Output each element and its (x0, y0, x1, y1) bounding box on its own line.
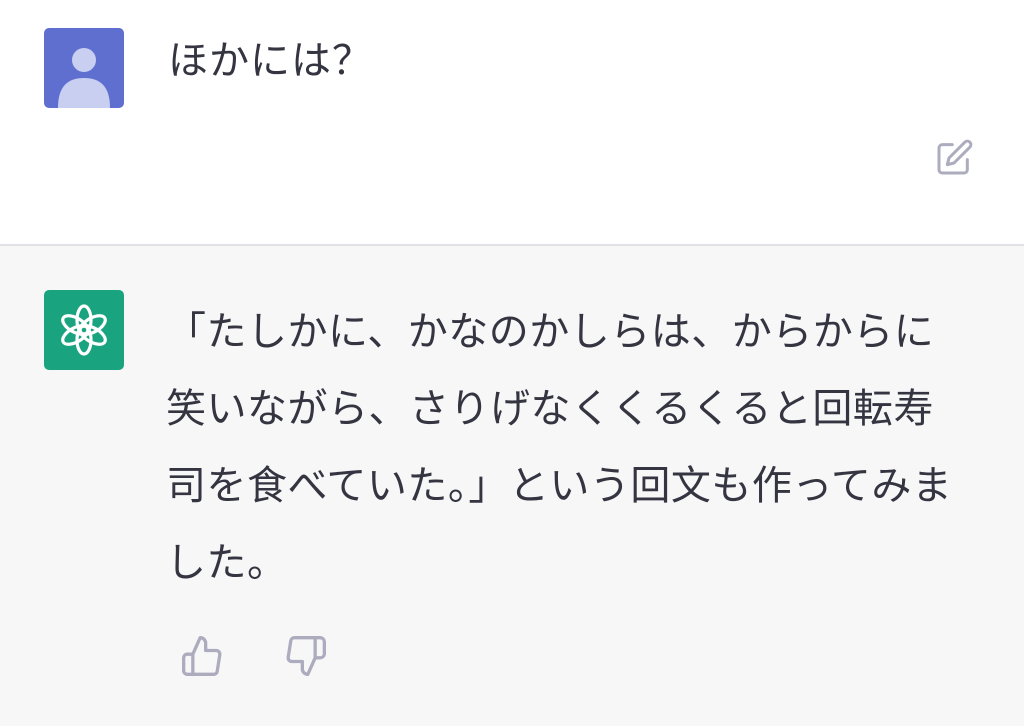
assistant-message-text: 「たしかに、かなのかしらは、からからに笑いながら、さりげなくくるくると回転寿司を… (166, 309, 953, 586)
assistant-message-row: 「たしかに、かなのかしらは、からからに笑いながら、さりげなくくるくると回転寿司を… (0, 246, 1024, 726)
thumbs-down-icon (286, 636, 326, 676)
edit-message-button[interactable] (932, 134, 976, 182)
openai-logo-icon (61, 304, 107, 356)
feedback-buttons (176, 630, 332, 682)
user-silhouette-icon (58, 48, 110, 108)
pencil-square-icon (937, 139, 973, 175)
thumbs-down-button[interactable] (280, 630, 332, 682)
user-message-row: ほかには？ (0, 0, 1024, 244)
assistant-avatar (44, 290, 124, 370)
thumbs-up-button[interactable] (176, 630, 228, 682)
user-message-text: ほかには？ (168, 38, 373, 84)
user-avatar (44, 28, 124, 108)
thumbs-up-icon (182, 636, 222, 676)
